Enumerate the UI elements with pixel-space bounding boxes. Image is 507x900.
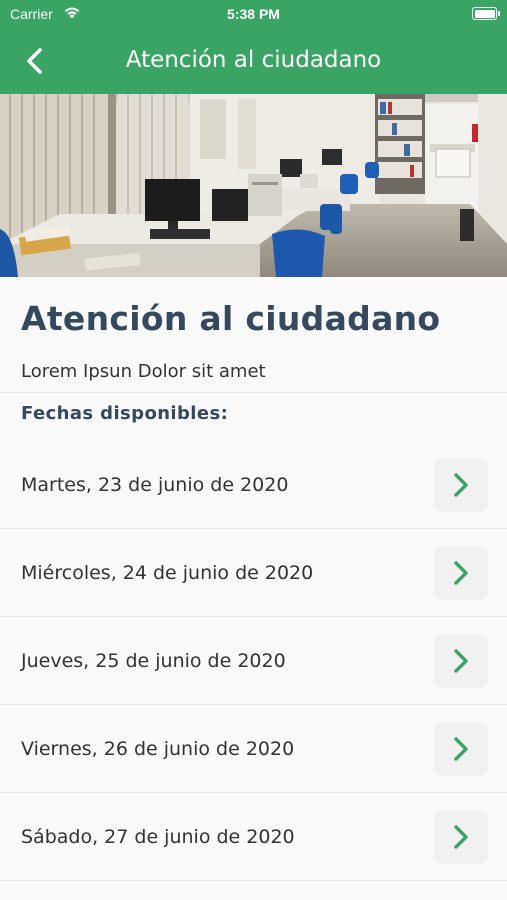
date-label: Jueves, 25 de junio de 2020 [21, 650, 286, 672]
chevron-right-icon [454, 473, 468, 497]
page-title: Atención al ciudadano [21, 299, 441, 338]
date-label: Sábado, 27 de junio de 2020 [21, 826, 295, 848]
description: Lorem Ipsun Dolor sit amet [21, 361, 266, 382]
dates-heading: Fechas disponibles: [21, 403, 229, 424]
chevron-right-icon [454, 825, 468, 849]
date-label: Martes, 23 de junio de 2020 [21, 474, 289, 496]
clock: 5:38 PM [227, 6, 280, 22]
nav-title: Atención al ciudadano [125, 47, 382, 73]
battery-icon [472, 7, 500, 20]
chevron-right-icon [454, 561, 468, 585]
open-date-button[interactable] [434, 722, 488, 776]
nav-bar: Atención al ciudadano [0, 28, 507, 94]
office-photo [0, 94, 507, 277]
date-label: Miércoles, 24 de junio de 2020 [21, 562, 314, 584]
divider [0, 392, 507, 393]
date-row-thursday[interactable]: Jueves, 25 de junio de 2020 [0, 617, 507, 705]
chevron-right-icon [454, 649, 468, 673]
date-row-wednesday[interactable]: Miércoles, 24 de junio de 2020 [0, 529, 507, 617]
date-row-tuesday[interactable]: Martes, 23 de junio de 2020 [0, 441, 507, 529]
date-label: Viernes, 26 de junio de 2020 [21, 738, 295, 760]
open-date-button[interactable] [434, 458, 488, 512]
date-row-saturday[interactable]: Sábado, 27 de junio de 2020 [0, 793, 507, 881]
open-date-button[interactable] [434, 634, 488, 688]
date-row-friday[interactable]: Viernes, 26 de junio de 2020 [0, 705, 507, 793]
chevron-right-icon [454, 737, 468, 761]
open-date-button[interactable] [434, 810, 488, 864]
status-bar: Carrier 5:38 PM [0, 0, 507, 28]
open-date-button[interactable] [434, 546, 488, 600]
content-area: Atención al ciudadano Lorem Ipsun Dolor … [0, 277, 507, 900]
date-list: Martes, 23 de junio de 2020 Miércoles, 2… [0, 441, 507, 881]
